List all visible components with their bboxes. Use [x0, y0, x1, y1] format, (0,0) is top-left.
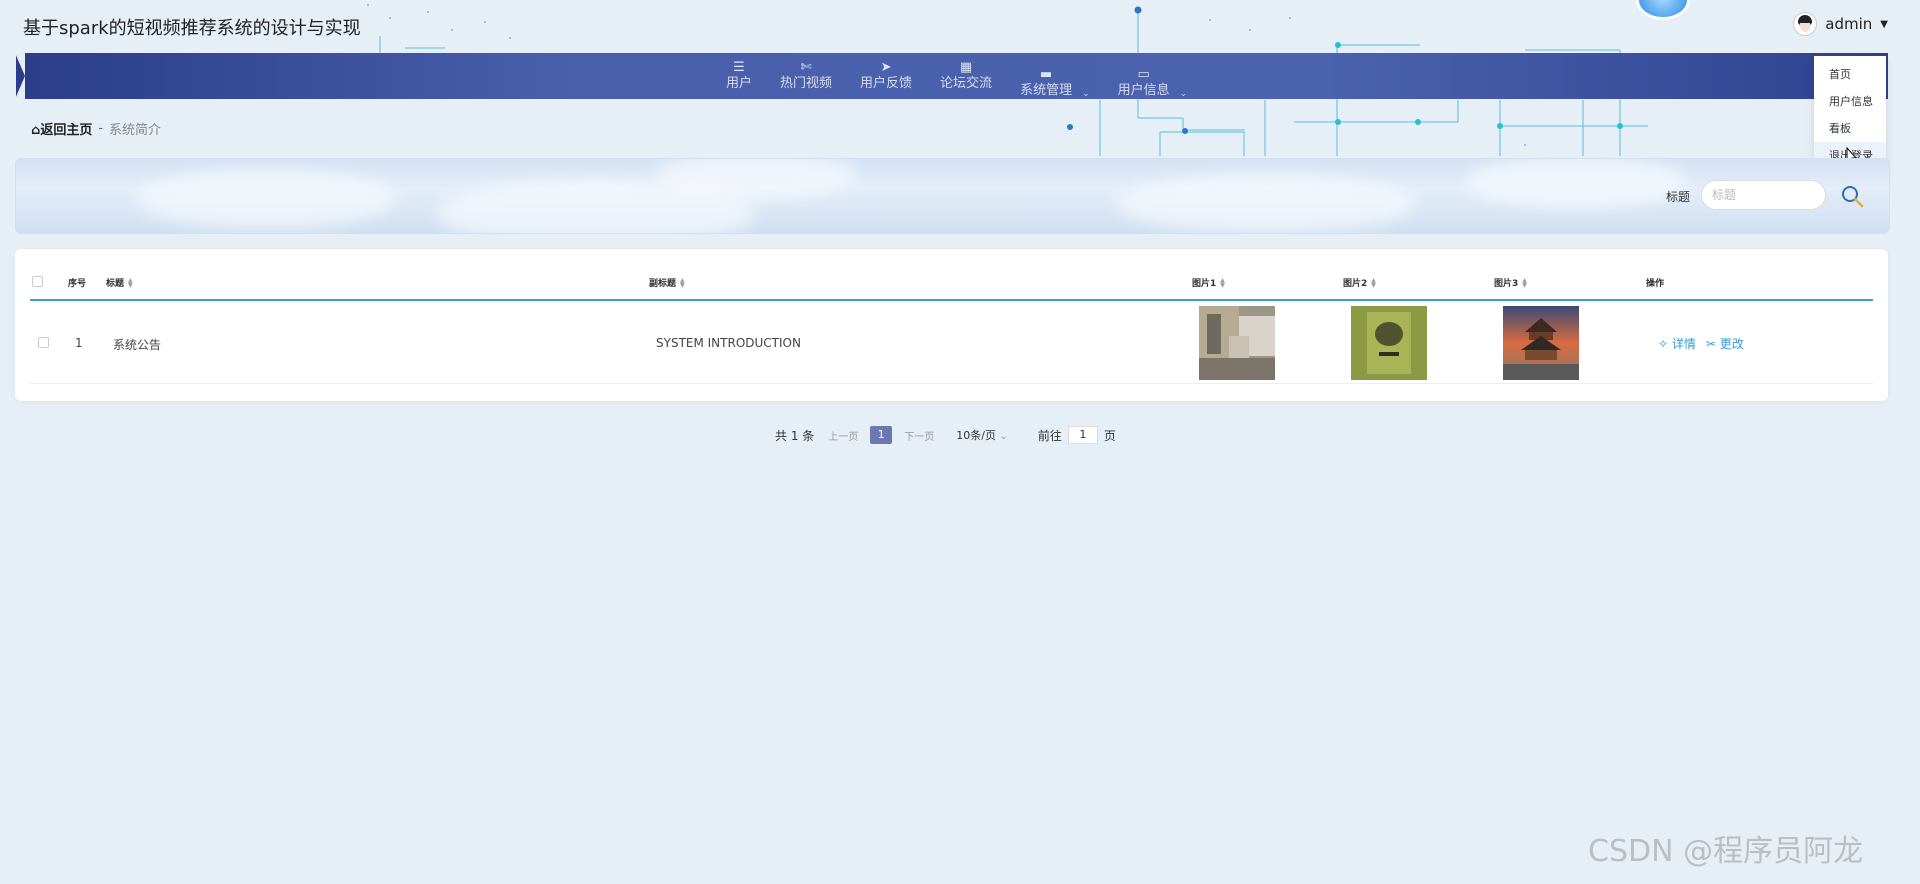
nav-item-label: 论坛交流	[940, 76, 993, 91]
sort-icon: ▲ ▼	[1522, 276, 1527, 289]
home-icon: ⌂	[31, 123, 41, 138]
page-size-value: 10条/页	[956, 429, 996, 442]
navbar-notch	[15, 53, 25, 99]
goto-label: 前往	[1037, 428, 1062, 443]
card-icon: ▭	[1137, 67, 1150, 82]
page-number-current[interactable]: 1	[870, 426, 893, 444]
view-icon: ✧	[1658, 337, 1669, 351]
next-page-button[interactable]: 下一页	[904, 428, 934, 443]
menu-item-user-info[interactable]: 用户信息	[1814, 88, 1886, 115]
goto-suffix: 页	[1103, 428, 1116, 443]
nav-item-label: 系统管理	[1020, 83, 1073, 98]
column-header-label: 副标题	[649, 279, 677, 289]
ticket-icon: ✄	[800, 60, 812, 75]
grid-icon: ▦	[959, 60, 973, 75]
data-table: 序号 标题 ▲ ▼ 副标题 ▲ ▼ 图片1 ▲ ▼ 图片2 ▲ ▼ 图片3 ▲ ▼ 操作 1 系统公…	[30, 263, 1873, 384]
row-title: 系统公告	[113, 338, 162, 352]
app-title: 基于spark的短视频推荐系统的设计与实现	[23, 18, 361, 39]
row-checkbox[interactable]	[38, 337, 49, 348]
total-count: 共 1 条	[775, 428, 815, 443]
pagination: 共 1 条 上一页 1 下一页 10条/页 ⌄ 前往 1 页	[775, 426, 1116, 444]
column-header: 操作	[1646, 279, 1665, 289]
column-header-sortable[interactable]: 图片1 ▲ ▼	[1192, 276, 1225, 289]
edit-label: 更改	[1719, 337, 1744, 351]
menu-item-dashboard[interactable]: 看板	[1814, 115, 1886, 142]
breadcrumb-current: 系统简介	[109, 123, 162, 138]
page-size-select[interactable]: 10条/页 ⌄	[956, 427, 1008, 443]
menu-item-home[interactable]: 首页	[1814, 61, 1886, 88]
row-actions: ✧ 详情 ✂ 更改	[1658, 335, 1744, 352]
detail-label: 详情	[1671, 337, 1696, 351]
column-header-sortable[interactable]: 图片3 ▲ ▼	[1494, 276, 1527, 289]
nav-item-users[interactable]: ☰ 用户	[712, 53, 766, 99]
column-header-sortable[interactable]: 图片2 ▲ ▼	[1343, 276, 1376, 289]
search-icon[interactable]	[1840, 184, 1866, 210]
column-header-label: 图片3	[1494, 279, 1519, 289]
nav-item-label: 热门视频	[780, 76, 833, 91]
table-card: 序号 标题 ▲ ▼ 副标题 ▲ ▼ 图片1 ▲ ▼ 图片2 ▲ ▼ 图片3 ▲ ▼ 操作 1 系统公…	[15, 249, 1888, 401]
detail-button[interactable]: ✧ 详情	[1658, 335, 1696, 352]
column-header-sortable[interactable]: 副标题 ▲ ▼	[649, 276, 685, 289]
column-header-label: 图片2	[1343, 279, 1368, 289]
sort-icon: ▲ ▼	[1220, 276, 1225, 289]
menu-icon: ☰	[733, 60, 745, 75]
breadcrumb-separator: -	[98, 121, 104, 136]
row-index: 1	[75, 336, 83, 350]
breadcrumb-home-label: 返回主页	[40, 123, 93, 138]
row-subtitle: SYSTEM INTRODUCTION	[656, 336, 801, 350]
chevron-down-icon: ⌄	[1082, 89, 1090, 99]
decorative-orb	[1636, 0, 1690, 20]
nav-item-label: 用户反馈	[860, 76, 913, 91]
image-thumbnail-1[interactable]	[1199, 306, 1275, 380]
prev-page-button[interactable]: 上一页	[828, 428, 858, 443]
edit-button[interactable]: ✂ 更改	[1706, 335, 1744, 352]
column-header-label: 标题	[106, 279, 125, 289]
nav-item-hot-videos[interactable]: ✄ 热门视频	[766, 53, 846, 99]
breadcrumb-home-link[interactable]: ⌂返回主页	[31, 119, 92, 138]
select-all-checkbox[interactable]	[32, 276, 43, 287]
nav-item-system-admin[interactable]: ▬ 系统管理 ⌄	[1006, 53, 1104, 105]
wrench-icon: ✂	[1705, 337, 1716, 351]
avatar	[1793, 12, 1818, 36]
search-label: 标题	[1666, 190, 1691, 204]
nav-item-label: 用户	[726, 76, 753, 91]
watermark: CSDN @程序员阿龙	[1588, 834, 1864, 869]
book-icon: ▬	[1039, 67, 1053, 82]
nav-menu: ☰ 用户 ✄ 热门视频 ➤ 用户反馈 ▦ 论坛交流 ▬ 系统管理 ⌄ ▭ 用户信…	[712, 53, 1201, 99]
search-panel	[15, 158, 1890, 234]
nav-item-user-info[interactable]: ▭ 用户信息 ⌄	[1104, 53, 1202, 105]
caret-down-icon: ▼	[1880, 18, 1888, 30]
send-icon: ➤	[880, 60, 892, 75]
chevron-down-icon: ⌄	[1179, 89, 1188, 99]
sort-icon: ▲ ▼	[1371, 276, 1376, 289]
breadcrumb: ⌂返回主页 - 系统简介	[31, 119, 161, 138]
search-input[interactable]	[1701, 180, 1826, 210]
image-thumbnail-2[interactable]	[1351, 306, 1427, 380]
column-header: 序号	[68, 279, 87, 289]
username: admin	[1825, 15, 1873, 33]
user-menu-trigger[interactable]: admin ▼	[1793, 12, 1888, 36]
chevron-down-icon: ⌄	[999, 431, 1008, 442]
goto-page-input[interactable]: 1	[1067, 426, 1098, 444]
sort-icon: ▲ ▼	[128, 276, 133, 289]
nav-item-forum[interactable]: ▦ 论坛交流	[926, 53, 1006, 99]
table-header: 序号 标题 ▲ ▼ 副标题 ▲ ▼ 图片1 ▲ ▼ 图片2 ▲ ▼ 图片3 ▲ ▼ 操作	[30, 263, 1873, 301]
table-row: 1 系统公告 SYSTEM INTRODUCTION ✧ 详情 ✂ 更改	[30, 301, 1873, 384]
nav-item-feedback[interactable]: ➤ 用户反馈	[846, 53, 926, 99]
nav-item-label: 用户信息	[1117, 83, 1170, 98]
sort-icon: ▲ ▼	[680, 276, 685, 289]
column-header-sortable[interactable]: 标题 ▲ ▼	[106, 276, 133, 289]
column-header-label: 图片1	[1192, 279, 1217, 289]
image-thumbnail-3[interactable]	[1503, 306, 1579, 380]
